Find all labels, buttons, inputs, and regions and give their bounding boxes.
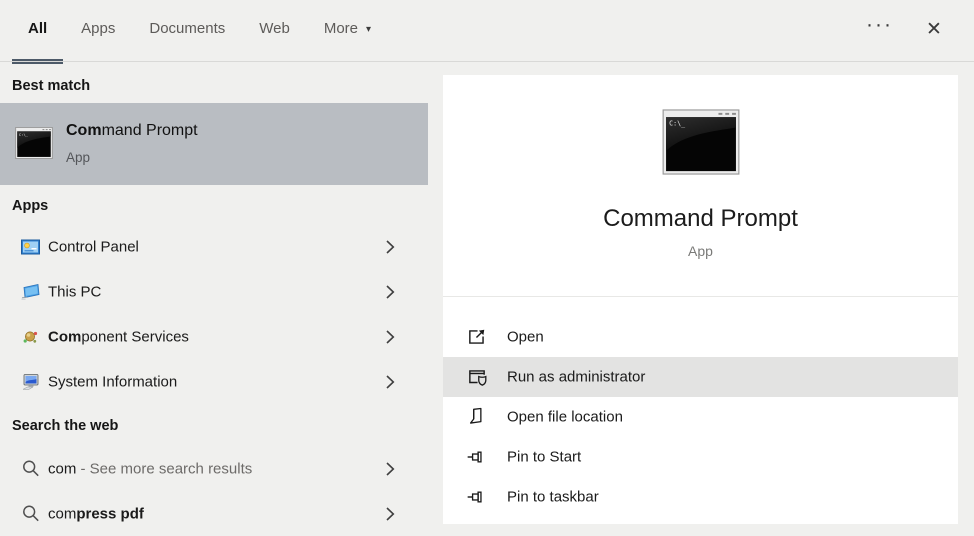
svg-text:C:\_: C:\_: [669, 120, 685, 128]
system-information-icon: [21, 372, 40, 391]
action-run-as-administrator[interactable]: Run as administrator: [443, 357, 958, 397]
preview-subtitle: App: [688, 243, 713, 259]
best-match-subtitle: App: [66, 150, 91, 165]
more-options-icon[interactable]: ···: [866, 13, 893, 37]
run-as-administrator-icon: [466, 366, 488, 388]
control-panel-icon: [21, 237, 40, 256]
result-label: This PC: [48, 283, 102, 300]
app-result-control-panel[interactable]: Control Panel: [0, 224, 428, 269]
divider: [0, 61, 974, 62]
suggestion-text: com - See more search results: [48, 460, 253, 477]
web-search-suggestion[interactable]: compress pdf: [0, 491, 428, 536]
open-icon: [466, 326, 488, 348]
section-header-best-match: Best match: [12, 78, 91, 94]
action-label: Open: [507, 328, 544, 346]
search-icon: [21, 459, 40, 478]
pin-to-taskbar-icon: [466, 486, 488, 508]
svg-text:C:\_: C:\_: [19, 133, 29, 137]
tab-label: Apps: [81, 20, 116, 37]
web-search-suggestion[interactable]: com - See more search results: [0, 446, 428, 491]
result-label: Component Services: [48, 328, 189, 345]
tab-apps[interactable]: Apps: [81, 20, 115, 37]
action-pin-to-start[interactable]: Pin to Start: [443, 437, 958, 477]
command-prompt-icon: C:\_: [15, 127, 53, 164]
command-prompt-icon: C:\_: [662, 109, 740, 180]
tab-documents[interactable]: Documents: [149, 20, 225, 37]
action-label: Pin to Start: [507, 448, 582, 466]
chevron-right-icon[interactable]: [386, 239, 395, 254]
tab-more[interactable]: More ▾: [324, 20, 371, 37]
section-header-apps: Apps: [12, 198, 49, 214]
action-pin-to-taskbar[interactable]: Pin to taskbar: [443, 477, 958, 517]
result-label: Control Panel: [48, 238, 139, 255]
chevron-down-icon: ▾: [366, 24, 372, 35]
tab-all[interactable]: All: [28, 20, 47, 37]
chevron-right-icon[interactable]: [386, 284, 395, 299]
best-match-title: Command Prompt: [66, 122, 198, 139]
section-header-search-the-web: Search the web: [12, 418, 119, 434]
tab-web[interactable]: Web: [259, 20, 290, 37]
component-services-icon: [21, 327, 40, 346]
tab-label: All: [28, 20, 48, 37]
open-file-location-icon: [466, 406, 488, 428]
preview-panel: C:\_ Command Prompt App Open Run as admi…: [443, 75, 958, 524]
action-open-file-location[interactable]: Open file location: [443, 397, 958, 437]
close-icon[interactable]: ✕: [926, 18, 942, 41]
chevron-right-icon[interactable]: [386, 461, 395, 476]
action-label: Pin to taskbar: [507, 488, 599, 506]
search-icon: [21, 504, 40, 523]
action-open[interactable]: Open: [443, 317, 958, 357]
tab-label: Web: [259, 20, 290, 37]
chevron-right-icon[interactable]: [386, 506, 395, 521]
action-label: Run as administrator: [507, 368, 646, 386]
tab-label: More: [323, 20, 359, 37]
app-result-component-services[interactable]: Component Services: [0, 314, 428, 359]
suggestion-text: compress pdf: [48, 505, 144, 522]
best-match-result[interactable]: C:\_ Command Prompt App: [0, 103, 428, 185]
action-label: Open file location: [507, 408, 623, 426]
tab-label: Documents: [149, 20, 226, 37]
app-result-system-information[interactable]: System Information: [0, 359, 428, 404]
pin-to-start-icon: [466, 446, 488, 468]
chevron-right-icon[interactable]: [386, 329, 395, 344]
result-label: System Information: [48, 373, 178, 390]
search-filter-tabs: All Apps Documents Web More ▾: [28, 20, 371, 37]
preview-title: Command Prompt: [603, 205, 798, 232]
divider: [443, 296, 958, 297]
app-result-this-pc[interactable]: This PC: [0, 269, 428, 314]
chevron-right-icon[interactable]: [386, 374, 395, 389]
this-pc-icon: [21, 282, 40, 301]
